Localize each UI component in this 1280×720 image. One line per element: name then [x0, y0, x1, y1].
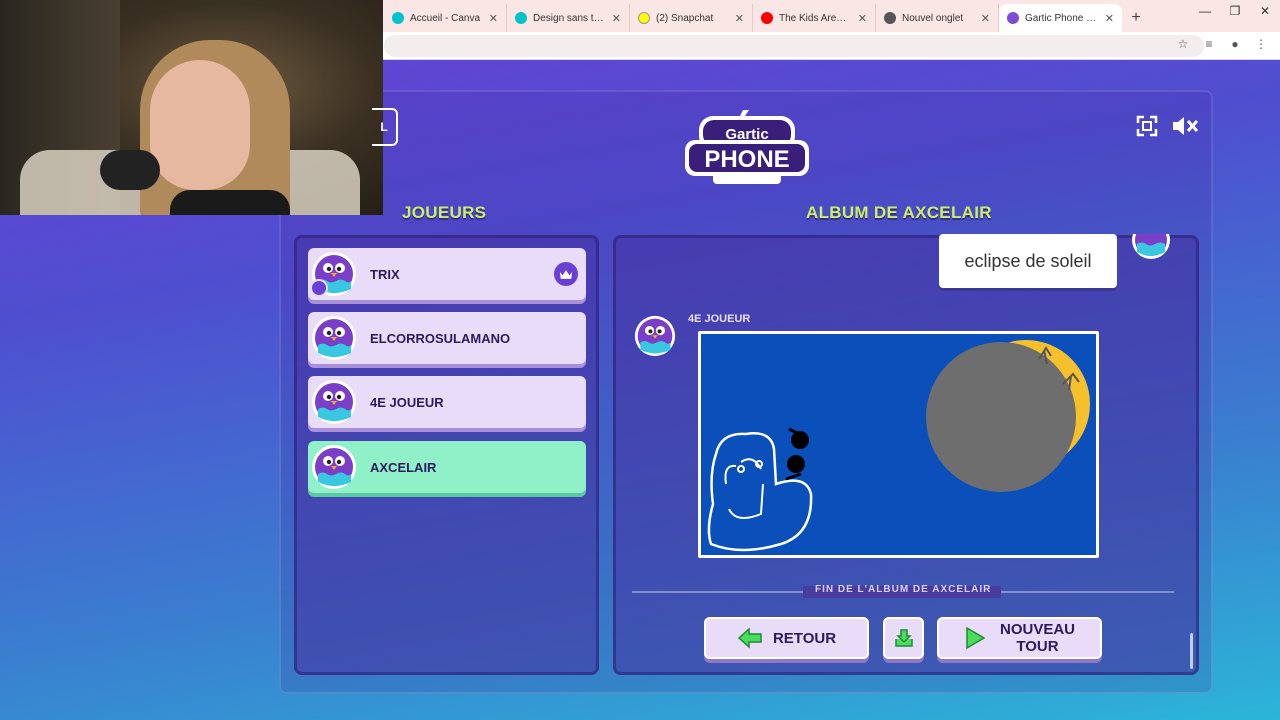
player-name: AXCELAIR — [370, 459, 437, 475]
player-row-trix[interactable]: TRIX — [308, 248, 586, 300]
browser-tab-snapchat[interactable]: (2) Snapchat ✕ — [630, 4, 753, 32]
restore-icon[interactable]: ❐ — [1220, 4, 1250, 18]
player-row-elcorrosulamano[interactable]: ELCORROSULAMANO — [308, 312, 586, 364]
album-title: ALBUM DE AXCELAIR — [806, 203, 992, 222]
browser-tab-youtube[interactable]: The Kids Aren't A ✕ — [753, 4, 876, 32]
webcam-microphone — [100, 150, 160, 190]
tab-title: Accueil - Canva — [410, 12, 481, 24]
player-row-4e-joueur[interactable]: 4E JOUEUR — [308, 376, 586, 428]
player-name: 4E JOUEUR — [370, 394, 444, 410]
profile-avatar-icon[interactable]: ● — [1228, 37, 1242, 51]
gartic-favicon-icon — [1007, 12, 1019, 24]
user-icon — [310, 279, 328, 297]
tab-close-icon[interactable]: ✕ — [612, 12, 621, 25]
players-panel: TRIX ELCORROSULAMANO 4E JOUEUR AXCELAIR — [294, 235, 599, 675]
gartic-phone-logo: Gartic PHONE — [685, 110, 809, 184]
download-button[interactable] — [883, 617, 924, 659]
drawing-author-avatar — [634, 315, 676, 357]
minimize-icon[interactable]: — — [1190, 4, 1220, 18]
album-drawing — [698, 331, 1099, 558]
chrome-favicon-icon — [884, 12, 896, 24]
drawing-canvas — [707, 340, 1090, 552]
webcam-person-face — [150, 60, 250, 190]
tab-close-icon[interactable]: ✕ — [489, 12, 498, 25]
tab-title: Gartic Phone - Le jeu — [1025, 12, 1099, 24]
new-tab-button[interactable]: + — [1122, 4, 1150, 32]
logo-top-text: Gartic — [725, 126, 768, 143]
fullscreen-icon[interactable] — [1135, 114, 1159, 138]
tab-close-icon[interactable]: ✕ — [981, 12, 990, 25]
player-avatar — [312, 316, 356, 360]
new-round-button[interactable]: NOUVEAU TOUR — [937, 617, 1102, 659]
play-icon — [966, 626, 986, 650]
prompt-text-bubble: eclipse de soleil — [939, 234, 1117, 288]
browser-tab-canva-design[interactable]: Design sans titre - Ba ✕ — [507, 4, 630, 32]
player-avatar — [312, 445, 356, 489]
back-button-label: RETOUR — [772, 629, 837, 647]
new-round-label-line2: TOUR — [1016, 638, 1059, 655]
canva-favicon-icon — [515, 12, 527, 24]
new-round-label: NOUVEAU TOUR — [1000, 621, 1075, 655]
mute-icon[interactable] — [1171, 114, 1199, 138]
snapchat-favicon-icon — [638, 12, 650, 24]
players-title: JOUEURS — [402, 203, 487, 222]
logo-bottom-text: PHONE — [704, 146, 789, 173]
media-controls-icon[interactable]: ≡ — [1202, 37, 1216, 51]
toolbar-icons: ☆ ≡ ● ⋮ — [1176, 37, 1268, 51]
drawing-author-name: 4E JOUEUR — [688, 313, 751, 325]
browser-tab-canva-home[interactable]: Accueil - Canva ✕ — [384, 4, 507, 32]
player-name: TRIX — [370, 266, 400, 282]
tab-close-icon[interactable]: ✕ — [1105, 12, 1114, 25]
tab-title: Design sans titre - Ba — [533, 12, 606, 24]
canva-favicon-icon — [392, 12, 404, 24]
tab-title: The Kids Aren't A — [779, 12, 852, 24]
webcam-overlay — [0, 0, 383, 215]
menu-kebab-icon[interactable]: ⋮ — [1254, 37, 1268, 51]
player-avatar — [312, 380, 356, 424]
album-scrollbar[interactable] — [1190, 633, 1193, 669]
album-end-label: FIN DE L'ALBUM DE AXCELAIR — [815, 584, 992, 595]
crown-icon — [554, 262, 578, 286]
tab-close-icon[interactable]: ✕ — [735, 12, 744, 25]
drawing-figure — [707, 432, 813, 552]
webcam-person-shirt — [170, 190, 290, 215]
browser-tab-new-tab[interactable]: Nouvel onglet ✕ — [876, 4, 999, 32]
browser-tab-gartic-phone[interactable]: Gartic Phone - Le jeu ✕ — [999, 4, 1122, 32]
bookmark-star-icon[interactable]: ☆ — [1176, 37, 1190, 51]
prompt-author-avatar — [1132, 234, 1170, 259]
player-row-axcelair[interactable]: AXCELAIR — [308, 441, 586, 493]
address-bar[interactable] — [384, 35, 1204, 57]
drawing-eclipse-disk — [926, 342, 1076, 492]
tab-close-icon[interactable]: ✕ — [858, 12, 867, 25]
new-round-label-line1: NOUVEAU — [999, 621, 1075, 638]
download-icon — [894, 629, 913, 647]
tab-title: Nouvel onglet — [902, 12, 964, 24]
close-window-icon[interactable]: ✕ — [1250, 4, 1280, 18]
back-button[interactable]: RETOUR — [704, 617, 869, 659]
tab-title: (2) Snapchat — [656, 12, 714, 24]
player-name: ELCORROSULAMANO — [370, 330, 511, 346]
youtube-favicon-icon — [761, 12, 773, 24]
window-controls: — ❐ ✕ — [1190, 4, 1280, 18]
top-right-controls — [1135, 114, 1199, 138]
arrow-left-icon — [737, 627, 762, 649]
side-toggle-button[interactable]: L — [372, 108, 398, 146]
